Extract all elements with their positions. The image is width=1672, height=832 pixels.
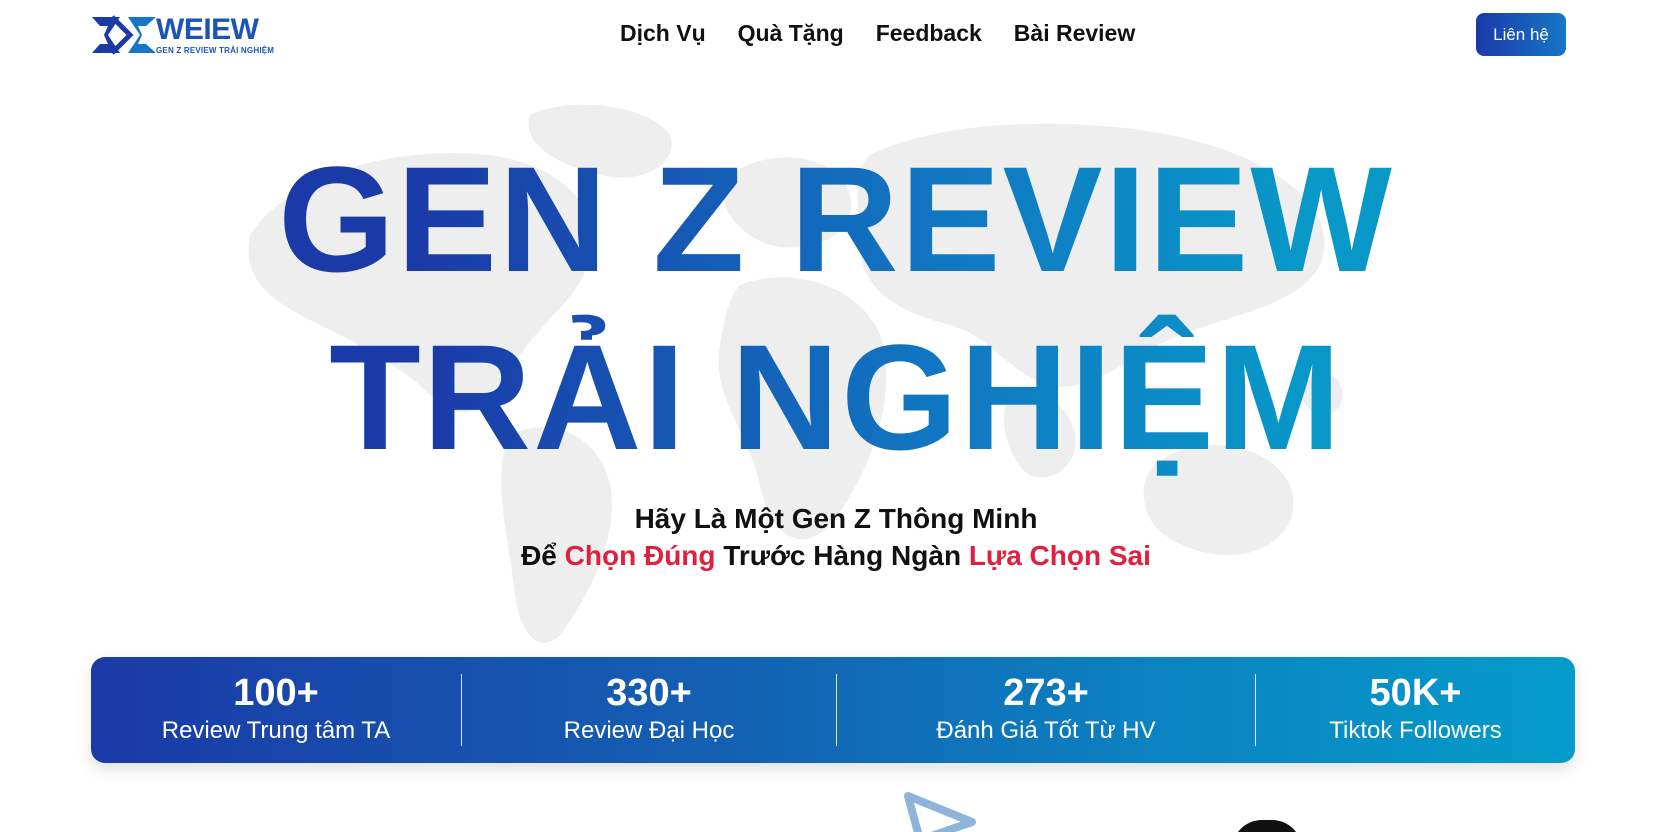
- hero-subtitle-line-2: Để Chọn Đúng Trước Hàng Ngàn Lựa Chọn Sa…: [0, 537, 1672, 574]
- hero-title: GEN Z REVIEW TRẢI NGHIỆM: [0, 130, 1672, 486]
- nav-item-qua-tang[interactable]: Quà Tặng: [738, 20, 844, 47]
- stat-value: 100+: [233, 672, 319, 714]
- stat-label: Đánh Giá Tốt Từ HV: [936, 717, 1156, 744]
- triangle-decoration-icon: [904, 792, 976, 832]
- stat-label: Tiktok Followers: [1329, 717, 1502, 744]
- stat-value: 50K+: [1369, 672, 1462, 714]
- logo-mark-icon: [92, 15, 156, 55]
- logo-wordmark: WEIEW: [156, 13, 259, 46]
- hero-title-line-1: GEN Z REVIEW: [278, 135, 1394, 303]
- stat-item: 273+ Đánh Giá Tốt Từ HV: [837, 657, 1255, 763]
- subtitle-highlight-1: Chọn Đúng: [564, 540, 716, 571]
- hero-section: GEN Z REVIEW TRẢI NGHIỆM Hãy Là Một Gen …: [0, 130, 1672, 574]
- logo-tagline: GEN Z REVIEW TRẢI NGHIỆM: [156, 46, 275, 55]
- contact-button[interactable]: Liên hệ: [1476, 13, 1566, 56]
- stat-label: Review Đại Học: [563, 717, 735, 744]
- nav-item-dich-vu[interactable]: Dịch Vụ: [620, 20, 706, 47]
- nav-item-feedback[interactable]: Feedback: [876, 20, 982, 47]
- stat-value: 330+: [606, 672, 692, 714]
- nav-item-bai-review[interactable]: Bài Review: [1014, 20, 1135, 47]
- stat-item: 100+ Review Trung tâm TA: [91, 657, 461, 763]
- page: WEIEW GEN Z REVIEW TRẢI NGHIỆM Dịch Vụ Q…: [0, 0, 1672, 832]
- hero-title-line-2: TRẢI NGHIỆM: [329, 313, 1343, 481]
- stat-item: 330+ Review Đại Học: [462, 657, 836, 763]
- site-header: WEIEW GEN Z REVIEW TRẢI NGHIỆM Dịch Vụ Q…: [0, 0, 1672, 72]
- subtitle-text-2: Trước Hàng Ngàn: [715, 540, 969, 571]
- hero-subtitle: Hãy Là Một Gen Z Thông Minh Để Chọn Đúng…: [0, 500, 1672, 574]
- main-nav: Dịch Vụ Quà Tặng Feedback Bài Review: [620, 20, 1135, 47]
- stat-label: Review Trung tâm TA: [161, 717, 391, 744]
- subtitle-text-1: Để: [521, 540, 565, 571]
- stat-item: 50K+ Tiktok Followers: [1256, 657, 1575, 763]
- brand-logo[interactable]: WEIEW GEN Z REVIEW TRẢI NGHIỆM: [90, 12, 280, 58]
- stats-bar: 100+ Review Trung tâm TA 330+ Review Đại…: [91, 657, 1575, 763]
- stat-value: 273+: [1003, 672, 1089, 714]
- subtitle-highlight-2: Lựa Chọn Sai: [968, 540, 1151, 571]
- hero-subtitle-line-1: Hãy Là Một Gen Z Thông Minh: [634, 503, 1038, 534]
- person-image-partial: [1232, 820, 1302, 832]
